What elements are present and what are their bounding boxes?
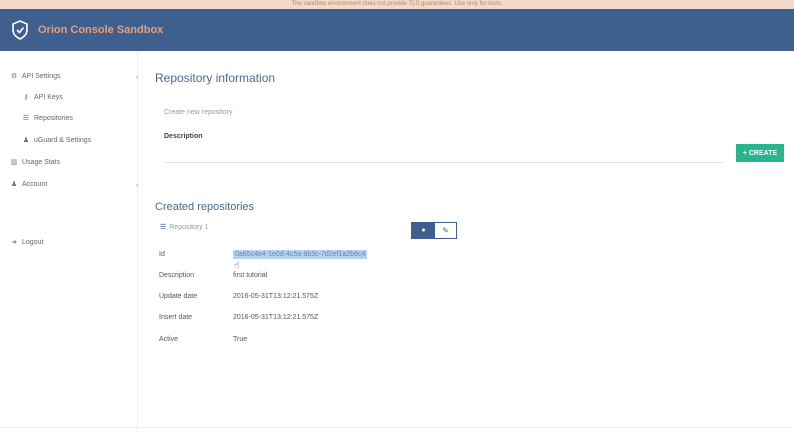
sidebar-item-api-settings[interactable]: ⚙ API Settings ⌄ (10, 72, 140, 81)
field-key-insert-date: Insert date (159, 314, 193, 321)
person-icon: ♟ (10, 181, 18, 188)
created-repositories-title: Created repositories (155, 201, 255, 213)
sidebar-item-account[interactable]: ♟ Account ⌄ (10, 180, 140, 189)
repository-information-title: Repository information (155, 71, 276, 85)
app-title[interactable]: Orion Console Sandbox (38, 24, 163, 36)
field-key-active: Active (159, 336, 179, 343)
field-value-id[interactable]: 0a65c4e4-1e0d-4c5a-9b3c-7d2ef1a2b9c4 (233, 250, 368, 259)
sidebar-item-label: Logout (22, 238, 44, 246)
view-toggle[interactable]: ● ✎ (411, 222, 457, 239)
gear-icon: ⚙ (10, 73, 18, 80)
edit-icon[interactable]: ✎ (435, 223, 456, 238)
field-value-description: first tutorial (233, 272, 268, 279)
field-value-insert-date: 2016-05-31T13:12:21.575Z (233, 314, 319, 321)
info-icon[interactable]: ● (412, 223, 435, 238)
sidebar: ⚙ API Settings ⌄ ⚷ API Keys ☰ Repositori… (0, 51, 140, 432)
create-button[interactable]: + CREATE (736, 144, 784, 162)
footer-divider (0, 427, 794, 428)
sidebar-item-api-keys[interactable]: ⚷ API Keys (22, 93, 63, 102)
sandbox-warning-banner: The sandbox environment does not provide… (0, 0, 794, 9)
sidebar-item-logout[interactable]: ➜ Logout (10, 238, 44, 247)
repository-tag-label: Repository 1 (169, 223, 209, 231)
field-key-update-date: Update date (159, 293, 198, 300)
key-icon: ⚷ (23, 94, 29, 101)
field-key-id: Id (159, 251, 165, 258)
field-value-active: True (233, 336, 248, 343)
mouse-cursor-icon: ☝ (234, 260, 240, 270)
banner-text: The sandbox environment does not provide… (291, 1, 503, 7)
list-icon: ☰ (22, 115, 30, 122)
logout-icon: ➜ (11, 239, 17, 246)
sidebar-item-usage-stats[interactable]: ▥ Usage Stats (10, 158, 61, 167)
main-content: Repository information Create new reposi… (138, 51, 794, 432)
sidebar-item-label: API Keys (34, 93, 63, 101)
create-repository-placeholder[interactable]: Create new repository (164, 109, 232, 116)
sidebar-item-repositories[interactable]: ☰ Repositories (22, 114, 73, 123)
chart-icon: ▥ (10, 159, 18, 166)
list-icon: ☰ (160, 224, 167, 231)
sidebar-item-uguard-settings[interactable]: ♟ uGuard & Settings (22, 136, 92, 145)
description-input[interactable] (164, 162, 724, 163)
sidebar-item-label: uGuard & Settings (34, 136, 92, 144)
sidebar-item-label: API Settings (22, 72, 61, 80)
top-bar: Orion Console Sandbox (0, 9, 794, 51)
sidebar-item-label: Account (22, 180, 48, 188)
repository-tag[interactable]: ☰ Repository 1 (160, 223, 209, 232)
sidebar-item-label: Usage Stats (22, 158, 61, 166)
sidebar-item-label: Repositories (34, 114, 73, 122)
description-label: Description (164, 133, 203, 140)
field-key-description: Description (159, 272, 195, 279)
shield-logo-icon[interactable] (10, 20, 30, 40)
user-icon: ♟ (22, 137, 30, 144)
field-value-update-date: 2016-05-31T13:12:21.575Z (233, 293, 319, 300)
